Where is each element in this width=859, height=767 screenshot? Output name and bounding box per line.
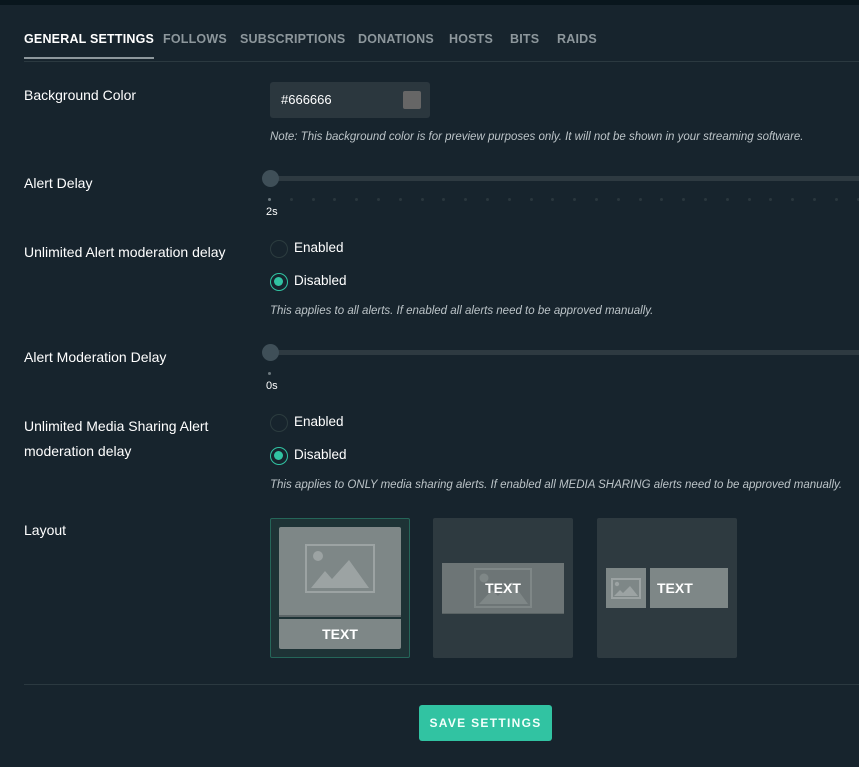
image-icon xyxy=(611,578,641,599)
tick xyxy=(529,198,533,201)
tick xyxy=(464,198,468,201)
background-color-label: Background Color xyxy=(24,87,137,103)
slider-track xyxy=(270,350,859,355)
alert-delay-value: 2s xyxy=(266,206,278,218)
tab-hosts[interactable]: HOSTS xyxy=(449,32,493,59)
unlimited-media-sharing-label: Unlimited Media Sharing Alert moderation… xyxy=(24,414,208,464)
radio-circle-checked xyxy=(270,273,288,291)
layout-image-area xyxy=(279,527,401,615)
tick xyxy=(791,198,795,201)
radio-label-disabled: Disabled xyxy=(294,273,347,288)
background-color-note: Note: This background color is for previ… xyxy=(270,131,804,143)
tick xyxy=(725,198,729,201)
settings-tabs: GENERAL SETTINGS FOLLOWS SUBSCRIPTIONS D… xyxy=(24,28,859,62)
tick xyxy=(551,198,555,201)
layout-option-text-over-image[interactable]: TEXT xyxy=(433,518,573,658)
tick xyxy=(769,198,773,201)
tick xyxy=(268,198,271,201)
tick xyxy=(289,198,293,201)
label-line-2: moderation delay xyxy=(24,443,132,459)
tick xyxy=(311,198,315,201)
tick xyxy=(638,198,642,201)
alert-delay-slider[interactable] xyxy=(262,169,859,189)
tab-follows[interactable]: FOLLOWS xyxy=(163,32,227,59)
background-color-value: #666666 xyxy=(281,92,332,107)
unlimited-alert-moderation-label: Unlimited Alert moderation delay xyxy=(24,244,226,260)
tab-subscriptions[interactable]: SUBSCRIPTIONS xyxy=(240,32,345,59)
alert-moderation-delay-slider[interactable] xyxy=(262,343,859,363)
tick xyxy=(616,198,620,201)
tick xyxy=(333,198,337,201)
tick xyxy=(573,198,577,201)
layout-text-label: TEXT xyxy=(650,568,728,608)
tab-donations[interactable]: DONATIONS xyxy=(358,32,434,59)
layout-option-image-left-text[interactable]: TEXT xyxy=(597,518,737,658)
tick xyxy=(377,198,380,201)
unlimited-media-note: This applies to ONLY media sharing alert… xyxy=(270,479,843,491)
radio-circle xyxy=(270,414,288,432)
tick xyxy=(660,198,664,201)
tick xyxy=(442,198,446,201)
tick xyxy=(420,198,424,201)
radio-label-disabled: Disabled xyxy=(294,447,347,462)
image-icon xyxy=(305,544,375,593)
radio-label-enabled: Enabled xyxy=(294,240,344,255)
alert-moderation-ticks xyxy=(268,372,272,375)
slider-track xyxy=(270,176,859,181)
tick xyxy=(704,198,707,201)
alert-delay-label: Alert Delay xyxy=(24,175,93,191)
layout-image-area xyxy=(606,568,646,608)
radio-label-enabled: Enabled xyxy=(294,414,344,429)
alert-delay-ticks xyxy=(268,198,859,201)
tick xyxy=(747,198,751,201)
top-bar xyxy=(0,0,859,5)
unlimited-alert-note: This applies to all alerts. If enabled a… xyxy=(270,305,654,317)
layout-text-label: TEXT xyxy=(485,580,521,596)
tick xyxy=(398,198,402,201)
label-line-1: Unlimited Media Sharing Alert xyxy=(24,418,209,434)
slider-handle[interactable] xyxy=(262,170,279,187)
tick xyxy=(486,198,489,201)
alert-moderation-delay-value: 0s xyxy=(266,380,278,392)
layout-text-label: TEXT xyxy=(279,619,401,649)
tab-raids[interactable]: RAIDS xyxy=(557,32,597,59)
layout-option-image-above-text[interactable]: TEXT xyxy=(270,518,410,658)
radio-circle xyxy=(270,240,288,258)
tab-bits[interactable]: BITS xyxy=(510,32,539,59)
tick xyxy=(682,198,686,201)
color-swatch[interactable] xyxy=(403,91,421,109)
tick xyxy=(834,198,838,201)
radio-circle-checked xyxy=(270,447,288,465)
tick xyxy=(507,198,511,201)
section-divider xyxy=(24,684,859,685)
slider-handle[interactable] xyxy=(262,344,279,361)
tab-general-settings[interactable]: GENERAL SETTINGS xyxy=(24,32,155,59)
tick xyxy=(268,372,271,375)
alert-moderation-delay-label: Alert Moderation Delay xyxy=(24,349,167,365)
layout-divider xyxy=(279,615,401,617)
save-settings-button[interactable]: SAVE SETTINGS xyxy=(419,705,552,741)
tick xyxy=(595,198,598,201)
background-color-input[interactable]: #666666 xyxy=(270,82,430,118)
tick xyxy=(813,198,816,201)
layout-label: Layout xyxy=(24,522,67,538)
tick xyxy=(355,198,359,201)
